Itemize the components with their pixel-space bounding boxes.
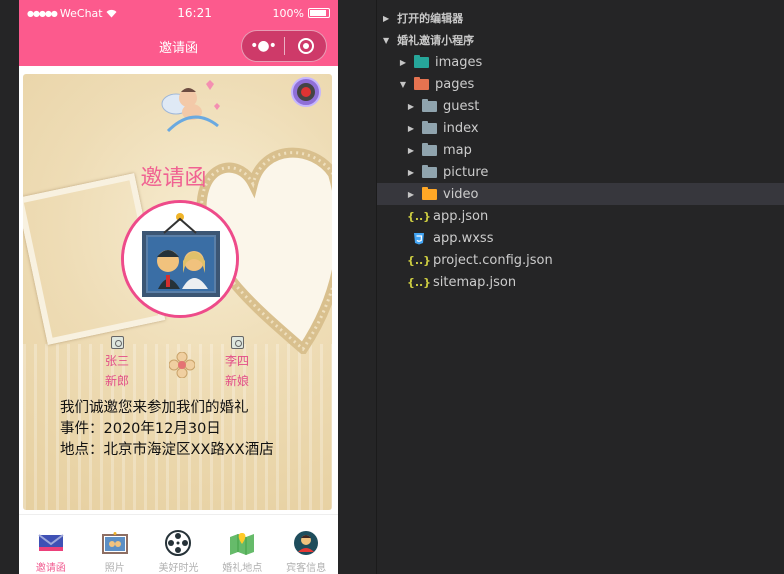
- bride-role: 新娘: [224, 374, 249, 388]
- pages-folder-icon: [413, 76, 429, 91]
- tree-item-index[interactable]: ▶ index: [377, 117, 784, 139]
- film-reel-icon: [164, 529, 192, 557]
- chevron-down-icon: ▼: [383, 35, 390, 45]
- chevron-right-icon: ▶: [407, 189, 415, 199]
- tree-item-label: app.json: [433, 208, 489, 224]
- chevron-right-icon: ▶: [407, 123, 415, 133]
- more-options-button[interactable]: •●•: [242, 38, 284, 54]
- close-target-icon: [297, 38, 314, 54]
- tree-item-label: video: [443, 186, 479, 202]
- chevron-right-icon: ▶: [407, 167, 415, 177]
- tree-item-images[interactable]: ▶ images: [377, 51, 784, 73]
- battery-percent: 100%: [272, 6, 304, 20]
- phone-simulator: ●●●●● WeChat 16:21 100% 邀请函 •●• 邀请函 张三 新…: [19, 0, 338, 574]
- images-folder-icon: [413, 54, 429, 69]
- folder-icon: [421, 98, 437, 113]
- tab-bar: 邀请函 照片 美好时光 婚礼地点 宾客信息: [19, 514, 338, 574]
- json-icon: {..}: [406, 253, 432, 267]
- css-icon: [411, 231, 427, 245]
- battery-icon: [307, 8, 330, 18]
- guest-avatar-icon: [292, 529, 320, 557]
- open-editors-label: 打开的编辑器: [397, 12, 464, 25]
- map-icon: [228, 529, 256, 557]
- call-groom-icon[interactable]: [110, 336, 124, 349]
- chevron-down-icon: ▼: [399, 79, 407, 89]
- tree-item-picture[interactable]: ▶ picture: [377, 161, 784, 183]
- tree-item-label: app.wxss: [433, 230, 494, 246]
- invitation-line-location: 地点：北京市海淀区XX路XX酒店: [60, 442, 274, 458]
- tab-location[interactable]: 婚礼地点: [210, 515, 274, 574]
- page-title: 邀请函: [158, 40, 198, 56]
- tab-label: 邀请函: [35, 563, 66, 574]
- chevron-right-icon: ▶: [407, 145, 415, 155]
- tree-item-pages[interactable]: ▼ pages: [377, 73, 784, 95]
- tree-item-guest[interactable]: ▶ guest: [377, 95, 784, 117]
- cupid-icon: [161, 80, 220, 133]
- video-folder-icon: [421, 186, 437, 201]
- tree-item-label: picture: [443, 164, 489, 180]
- tree-item-sitemap-json[interactable]: {..} sitemap.json: [377, 271, 784, 293]
- file-explorer: ▶ 打开的编辑器 ▼ 婚礼邀请小程序 ▶ images ▼ pages ▶ gu…: [376, 0, 784, 574]
- close-miniprogram-button[interactable]: [285, 38, 326, 54]
- page-content: 邀请函 张三 新郎 李四 新娘 我们诚邀您来参加我们的婚礼 事件：2020年12…: [19, 66, 338, 514]
- tree-item-label: pages: [435, 76, 475, 92]
- folder-icon: [421, 164, 437, 179]
- tree-item-label: sitemap.json: [433, 274, 517, 290]
- invitation-details: 我们诚邀您来参加我们的婚礼 事件：2020年12月30日 地点：北京市海淀区XX…: [60, 398, 274, 461]
- status-bar: ●●●●● WeChat 16:21 100%: [19, 0, 338, 26]
- menu-capsule: •●•: [241, 30, 327, 62]
- tree-item-label: project.config.json: [433, 252, 553, 268]
- groom-role: 新郎: [104, 374, 129, 388]
- tab-invitation[interactable]: 邀请函: [19, 515, 83, 574]
- chevron-right-icon: ▶: [399, 57, 407, 67]
- invitation-card: 邀请函 张三 新郎 李四 新娘 我们诚邀您来参加我们的婚礼 事件：2020年12…: [23, 74, 332, 510]
- open-editors-section[interactable]: ▶ 打开的编辑器: [377, 7, 784, 29]
- call-bride-icon[interactable]: [230, 336, 244, 349]
- clock-time: 16:21: [177, 6, 212, 20]
- chevron-right-icon: ▶: [407, 101, 415, 111]
- flower-ornament-icon: [169, 352, 195, 378]
- tree-item-label: guest: [443, 98, 480, 114]
- envelope-icon: [37, 529, 65, 557]
- invitation-title: 邀请函: [140, 166, 207, 191]
- project-label: 婚礼邀请小程序: [397, 34, 475, 47]
- tree-item-label: images: [435, 54, 483, 70]
- tab-moments[interactable]: 美好时光: [147, 515, 211, 574]
- bride-name: 李四: [224, 354, 249, 368]
- invitation-line-invite: 我们诚邀您来参加我们的婚礼: [60, 400, 249, 416]
- devtools-window: ●●●●● WeChat 16:21 100% 邀请函 •●• 邀请函 张三 新…: [0, 0, 784, 574]
- wifi-icon: [106, 9, 117, 17]
- tab-guests[interactable]: 宾客信息: [274, 515, 338, 574]
- tab-photos[interactable]: 照片: [83, 515, 147, 574]
- project-section[interactable]: ▼ 婚礼邀请小程序: [377, 29, 784, 51]
- json-icon: {..}: [406, 209, 432, 223]
- tab-label: 宾客信息: [286, 563, 327, 574]
- tree-item-video[interactable]: ▶ video: [377, 183, 784, 205]
- couple-avatar: [121, 200, 239, 318]
- groom-name: 张三: [104, 354, 129, 368]
- nav-bar: 邀请函 •●•: [19, 26, 338, 66]
- json-icon: {..}: [406, 275, 432, 289]
- chevron-right-icon: ▶: [383, 13, 390, 23]
- tree-item-app-wxss[interactable]: app.wxss: [377, 227, 784, 249]
- tree-item-label: index: [443, 120, 479, 136]
- tree-item-map[interactable]: ▶ map: [377, 139, 784, 161]
- carrier-label: WeChat: [59, 6, 103, 20]
- photo-icon: [101, 529, 129, 557]
- groom-info: 张三 新郎: [87, 336, 147, 391]
- invitation-line-date: 事件：2020年12月30日: [60, 421, 221, 437]
- tree-item-project-config-json[interactable]: {..} project.config.json: [377, 249, 784, 271]
- tab-label: 婚礼地点: [222, 563, 263, 574]
- signal-icon: ●●●●●: [27, 8, 58, 18]
- music-toggle-button[interactable]: [291, 77, 321, 107]
- bride-info: 李四 新娘: [207, 336, 267, 391]
- tab-label: 美好时光: [158, 563, 199, 574]
- tree-item-app-json[interactable]: {..} app.json: [377, 205, 784, 227]
- tab-label: 照片: [104, 563, 125, 574]
- tree-item-label: map: [443, 142, 472, 158]
- folder-icon: [421, 142, 437, 157]
- folder-icon: [421, 120, 437, 135]
